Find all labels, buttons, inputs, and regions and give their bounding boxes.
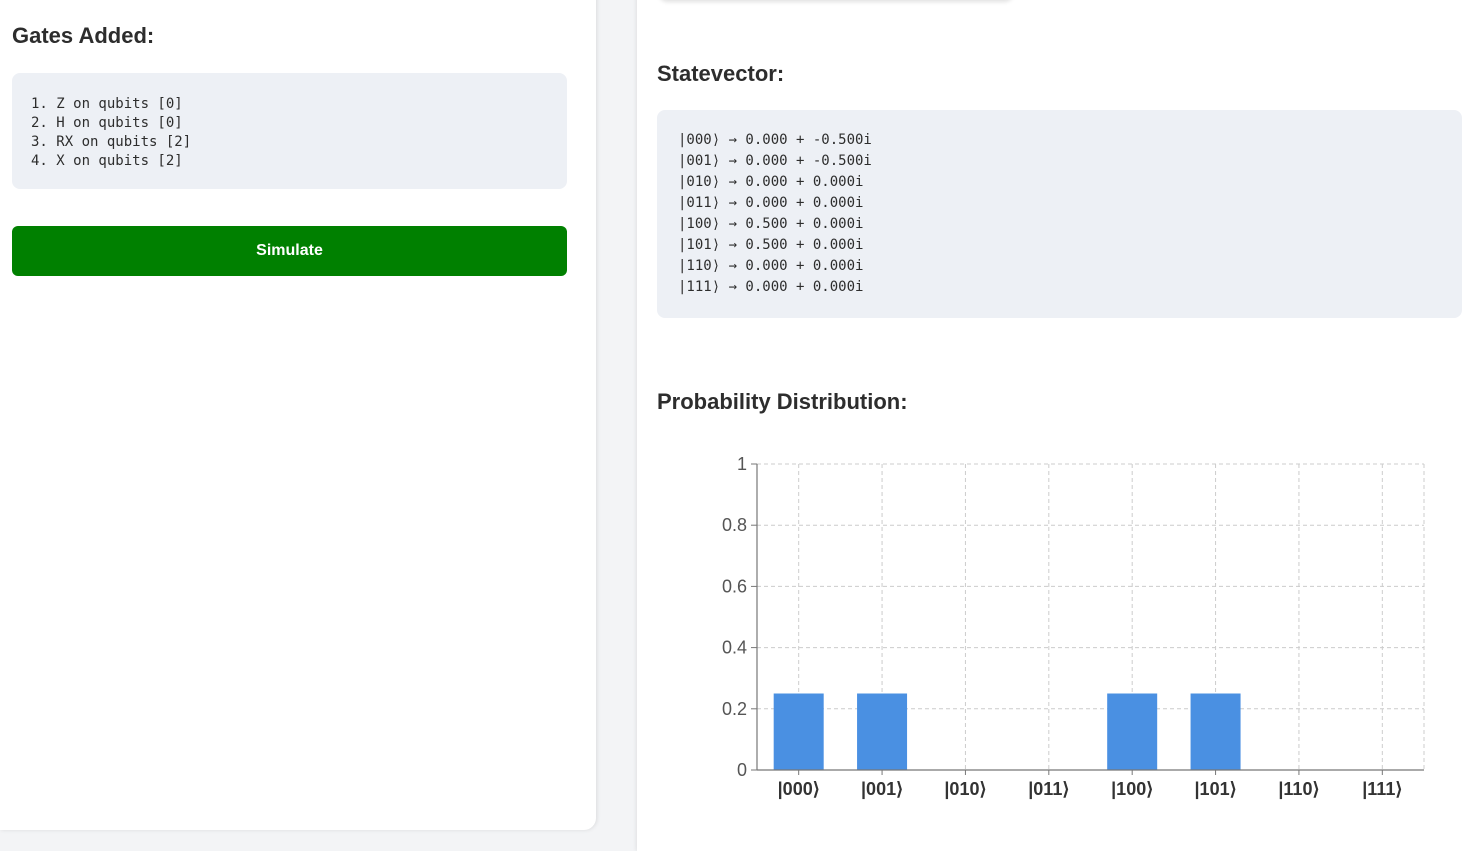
gate-item: 3. RX on qubits [2] [31,134,192,150]
x-tick-label: |110⟩ [1278,779,1319,799]
y-tick-label: 0.4 [722,638,747,658]
x-tick-label: |001⟩ [861,779,903,799]
statevector-row: |110⟩ → 0.000 + 0.000i [678,258,864,274]
statevector-row: |111⟩ → 0.000 + 0.000i [678,279,864,295]
bar-0 [773,693,824,770]
simulate-button[interactable]: Simulate [12,226,567,276]
x-tick-label: |100⟩ [1111,779,1153,799]
y-tick-label: 1 [737,454,747,474]
gate-item: 2. H on qubits [0] [31,115,183,131]
statevector-row: |100⟩ → 0.500 + 0.000i [678,216,864,232]
y-tick-label: 0.6 [722,576,747,596]
bar-1 [857,693,908,770]
gate-item: 1. Z on qubits [0] [31,96,183,112]
probability-chart: 0 0.2 0.4 0.6 0.8 1 |000⟩ |001⟩ |010⟩ |011⟩ |100⟩ |… [722,454,1425,799]
statevector-row: |101⟩ → 0.500 + 0.000i [678,237,864,253]
statevector-box: |000⟩ → 0.000 + -0.500i |001⟩ → 0.000 + … [657,110,1462,318]
statevector-row: |011⟩ → 0.000 + 0.000i [678,195,864,211]
x-tick-label: |101⟩ [1195,779,1237,799]
y-tick-label: 0.8 [722,515,747,535]
x-tick-label: |000⟩ [778,779,820,799]
probability-title: Probability Distribution: [657,389,908,414]
statevector-row: |000⟩ → 0.000 + -0.500i [678,132,872,148]
bar-5 [1190,693,1241,770]
gate-item: 4. X on qubits [2] [31,153,183,169]
x-tick-label: |010⟩ [944,779,986,799]
statevector-row: |010⟩ → 0.000 + 0.000i [678,174,864,190]
y-tick-label: 0.2 [722,699,747,719]
gates-list-box: 1. Z on qubits [0] 2. H on qubits [0] 3.… [12,73,567,189]
x-tick-label: |011⟩ [1028,779,1069,799]
statevector-row: |001⟩ → 0.000 + -0.500i [678,153,872,169]
bar-4 [1107,693,1158,770]
gates-title: Gates Added: [12,23,155,48]
statevector-title: Statevector: [657,61,785,86]
x-tick-label: |111⟩ [1362,779,1402,799]
gates-list: 1. Z on qubits [0] 2. H on qubits [0] 3.… [31,95,567,171]
y-tick-label: 0 [737,760,747,780]
